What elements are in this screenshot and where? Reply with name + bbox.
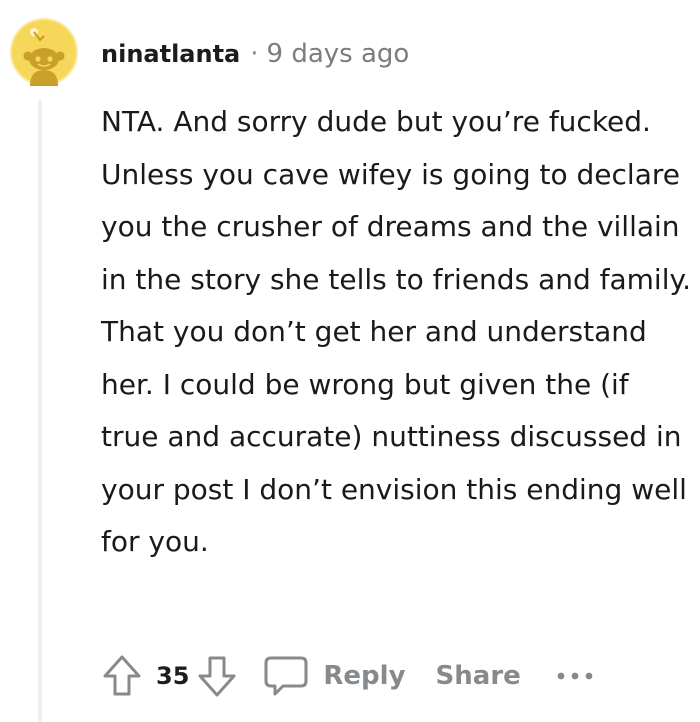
comment-body: NTA. And sorry dude but you’re fucked. U… — [101, 105, 691, 558]
share-button[interactable]: Share — [436, 661, 521, 691]
downvote-arrow-icon — [198, 656, 236, 697]
more-dots-icon — [557, 672, 593, 680]
author-username[interactable]: ninatlanta — [101, 40, 240, 68]
vote-score: 35 — [156, 662, 190, 690]
comment-bubble-icon — [264, 656, 308, 696]
reddit-snoo-avatar-icon — [10, 18, 78, 86]
comment-actions: 35 Reply Share — [98, 648, 595, 704]
comment-header: ninatlanta · 9 days ago — [101, 38, 409, 70]
reply-label: Reply — [323, 661, 406, 691]
user-avatar[interactable] — [10, 18, 78, 86]
thread-collapse-line[interactable] — [38, 100, 42, 722]
downvote-button[interactable] — [193, 652, 241, 700]
more-options-button[interactable] — [555, 656, 595, 696]
reply-button[interactable]: Reply — [263, 655, 406, 697]
share-label: Share — [435, 661, 521, 691]
meta-separator: · — [250, 39, 259, 69]
upvote-arrow-icon — [103, 655, 141, 696]
upvote-button[interactable] — [98, 652, 146, 700]
comment-timestamp[interactable]: 9 days ago — [267, 39, 410, 69]
